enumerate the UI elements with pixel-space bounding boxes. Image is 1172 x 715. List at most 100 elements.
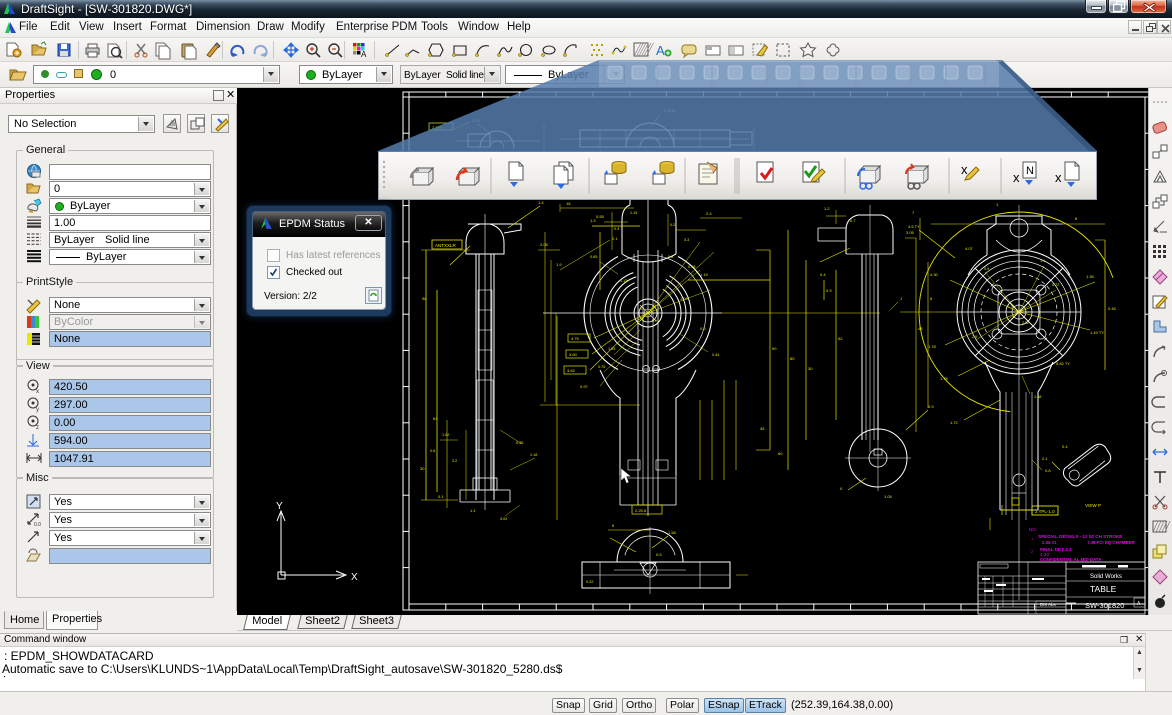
svg-text:0: 0 [840, 486, 843, 491]
svg-text:VIEW P: VIEW P [1085, 503, 1101, 508]
svg-text:x: x [1055, 170, 1062, 185]
svg-text:6: 6 [612, 523, 615, 528]
svg-text:0.8: 0.8 [1045, 468, 1051, 473]
svg-text:X: X [351, 572, 358, 583]
svg-text:2.1: 2.1 [612, 236, 618, 241]
svg-text:1.13: 1.13 [620, 279, 627, 283]
svg-text:0.58: 0.58 [688, 265, 695, 269]
svg-text:/ 49 FCI EQ CHAMBER: / 49 FCI EQ CHAMBER [1088, 540, 1136, 545]
svg-text:0.4: 0.4 [1062, 444, 1068, 449]
svg-text:1.43 TY: 1.43 TY [1090, 330, 1104, 335]
svg-text:DM Abs: DM Abs [1040, 602, 1057, 607]
svg-text:0.75: 0.75 [598, 365, 605, 369]
svg-text:3.60: 3.60 [569, 352, 578, 357]
svg-text:1.1: 1.1 [470, 508, 476, 513]
svg-text:0.4: 0.4 [820, 272, 826, 277]
svg-text:x: x [961, 162, 968, 177]
svg-text:1.05: 1.05 [884, 494, 893, 499]
svg-text:0.8: 0.8 [430, 449, 435, 453]
svg-text:NO.: NO. [1029, 527, 1037, 532]
svg-text:2.2: 2.2 [452, 459, 457, 463]
svg-text:45: 45 [760, 426, 765, 431]
svg-text:3.3: 3.3 [684, 238, 689, 242]
svg-text:2.08: 2.08 [540, 242, 549, 247]
svg-text:0.9: 0.9 [826, 288, 832, 293]
svg-text:0.55: 0.55 [596, 214, 605, 219]
svg-text:0.5: 0.5 [656, 552, 662, 557]
svg-text:2.5: 2.5 [972, 335, 977, 339]
svg-text:1.9: 1.9 [556, 262, 562, 267]
svg-text:2-TPL: 2-TPL [432, 125, 444, 130]
svg-text:0.65: 0.65 [590, 255, 597, 259]
svg-text:1: 1 [900, 296, 903, 301]
svg-text:3.02: 3.02 [500, 517, 507, 521]
svg-text:0.44: 0.44 [712, 353, 719, 357]
svg-text:Y: Y [276, 501, 283, 512]
svg-text:0.7: 0.7 [850, 218, 856, 223]
svg-text:1.1: 1.1 [1040, 259, 1045, 263]
svg-text:5.62 TY: 5.62 TY [1056, 361, 1070, 366]
svg-text:1.19: 1.19 [700, 272, 709, 277]
svg-text:0.72: 0.72 [1052, 283, 1059, 287]
svg-text:4.5 TY: 4.5 TY [908, 224, 920, 229]
svg-text:64: 64 [433, 416, 438, 421]
svg-text:90: 90 [772, 346, 777, 351]
svg-text:1.25: 1.25 [608, 347, 615, 351]
svg-text:8: 8 [1075, 216, 1078, 221]
svg-text:4.30: 4.30 [930, 272, 939, 277]
svg-text:4.75: 4.75 [571, 336, 580, 341]
svg-text:2 TPL-1.0: 2 TPL-1.0 [1035, 509, 1055, 514]
svg-text:3.62: 3.62 [567, 368, 576, 373]
svg-text:0.2: 0.2 [670, 223, 675, 227]
svg-text:1.2: 1.2 [824, 206, 830, 211]
svg-text:60: 60 [778, 451, 783, 456]
svg-text:0.1: 0.1 [438, 494, 444, 499]
svg-text:8: 8 [930, 296, 933, 301]
svg-text:18: 18 [566, 201, 571, 206]
svg-text:2.02: 2.02 [1022, 321, 1029, 325]
svg-text:2.4: 2.4 [706, 211, 712, 216]
svg-text:CONFIDENTIAL AL MID DATA: CONFIDENTIAL AL MID DATA [1040, 557, 1102, 562]
svg-text:0.9: 0.9 [928, 404, 934, 409]
svg-text:1.15: 1.15 [630, 211, 637, 215]
svg-text:0.22: 0.22 [586, 580, 593, 584]
svg-text:0.83: 0.83 [472, 118, 481, 123]
svg-text:30: 30 [420, 466, 425, 471]
svg-text:1.005: 1.005 [664, 108, 676, 113]
svg-text:Solid Works: Solid Works [1090, 574, 1122, 580]
svg-text:A: A [656, 43, 665, 58]
svg-text:7: 7 [912, 210, 915, 215]
svg-text:ANTXXLR: ANTXXLR [435, 243, 457, 248]
svg-text:2.25 A: 2.25 A [635, 508, 647, 513]
svg-text:1.78: 1.78 [928, 344, 937, 349]
svg-text:0.9: 0.9 [984, 267, 989, 271]
svg-text:2.05 #1: 2.05 #1 [1042, 540, 1057, 545]
svg-text:0.8: 0.8 [668, 255, 673, 259]
svg-text:x: x [1013, 170, 1020, 185]
svg-text:1.02: 1.02 [442, 433, 449, 437]
svg-text:3.05: 3.05 [906, 230, 915, 235]
svg-text:52: 52 [838, 336, 843, 341]
svg-text:0.35: 0.35 [516, 441, 523, 445]
svg-text:45: 45 [918, 326, 923, 331]
svg-text:A: A [361, 50, 367, 59]
svg-text:SPECIAL DETAILS - 12 03 CH STR: SPECIAL DETAILS - 12 03 CH STROKE [1038, 534, 1122, 539]
svg-text:1.58: 1.58 [668, 530, 677, 535]
svg-text:0.97: 0.97 [580, 384, 589, 389]
svg-text:0.5: 0.5 [700, 326, 706, 331]
svg-text:1: 1 [1031, 536, 1034, 541]
svg-text:98: 98 [422, 296, 427, 301]
svg-text:1.18: 1.18 [530, 453, 537, 457]
svg-text:80: 80 [790, 356, 795, 361]
svg-text:1.4: 1.4 [538, 200, 544, 205]
svg-text:1.35: 1.35 [1086, 274, 1095, 279]
svg-text:30: 30 [808, 366, 813, 371]
svg-text:4.07: 4.07 [965, 246, 974, 251]
svg-text:1.75: 1.75 [940, 376, 949, 381]
svg-text:0.3: 0.3 [614, 227, 619, 231]
svg-text:2.1: 2.1 [1042, 456, 1048, 461]
svg-text:TABLE: TABLE [1090, 584, 1117, 594]
svg-text:1.72: 1.72 [950, 420, 959, 425]
svg-text:0.45: 0.45 [1108, 306, 1117, 311]
svg-text:1: 1 [996, 202, 999, 207]
